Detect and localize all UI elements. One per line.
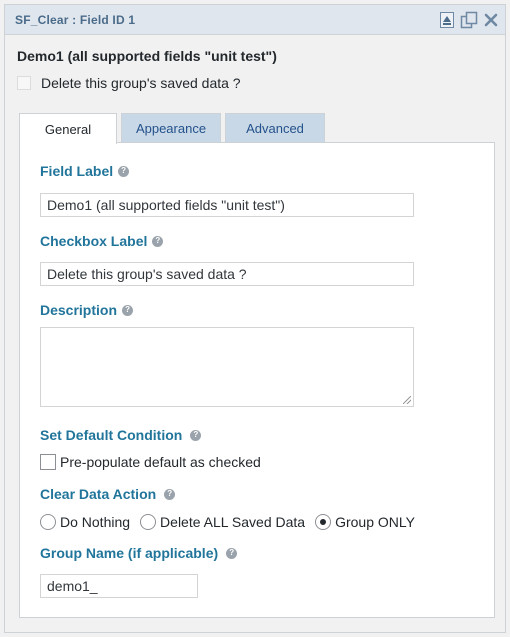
tab-general[interactable]: General — [19, 113, 117, 144]
general-tab-content: Field Label ? Demo1 (all supported field… — [19, 142, 495, 618]
help-icon[interactable]: ? — [226, 547, 238, 559]
group-delete-label: Delete this group's saved data ? — [41, 75, 241, 91]
clear-action-title: Clear Data Action — [40, 486, 157, 502]
group-title: Demo1 (all supported fields "unit test") — [17, 48, 277, 64]
tab-appearance[interactable]: Appearance — [121, 113, 221, 143]
description-title: Description — [40, 302, 118, 318]
field-label-input[interactable]: Demo1 (all supported fields "unit test") — [40, 193, 414, 217]
field-label-heading: Field Label ? — [40, 163, 130, 179]
move-up-icon[interactable] — [438, 11, 456, 29]
panel-title: SF_Clear : Field ID 1 — [15, 13, 136, 27]
group-delete-row: Delete this group's saved data ? — [17, 75, 241, 91]
checkbox-label-heading: Checkbox Label ? — [40, 233, 164, 249]
field-settings-panel: SF_Clear : Field ID 1 Demo1 (all support… — [4, 4, 506, 633]
prepopulate-checkbox[interactable] — [40, 454, 56, 470]
clear-action-options: Do Nothing Delete ALL Saved Data Group O… — [40, 514, 425, 530]
panel-titlebar: SF_Clear : Field ID 1 — [5, 5, 505, 35]
resize-grip-icon[interactable] — [403, 396, 411, 404]
checkbox-label-input[interactable]: Delete this group's saved data ? — [40, 262, 414, 286]
help-icon[interactable]: ? — [118, 165, 130, 177]
radio-group-only[interactable] — [315, 514, 332, 530]
group-name-title: Group Name (if applicable) — [40, 545, 219, 561]
prepopulate-row: Pre-populate default as checked — [40, 454, 261, 470]
radio-do-nothing[interactable] — [40, 514, 56, 530]
prepopulate-label: Pre-populate default as checked — [60, 454, 261, 470]
help-icon[interactable]: ? — [190, 429, 202, 441]
checkbox-label-title: Checkbox Label — [40, 233, 148, 249]
radio-delete-all-label: Delete ALL Saved Data — [160, 514, 306, 530]
description-textarea[interactable] — [40, 327, 414, 407]
radio-group-only-label: Group ONLY — [335, 514, 415, 530]
description-heading: Description ? — [40, 302, 134, 318]
clear-action-heading: Clear Data Action ? — [40, 486, 176, 502]
radio-do-nothing-label: Do Nothing — [60, 514, 131, 530]
tab-advanced[interactable]: Advanced — [225, 113, 325, 143]
default-condition-heading: Set Default Condition ? — [40, 427, 202, 443]
close-icon[interactable] — [482, 11, 500, 29]
group-name-input[interactable]: demo1_ — [40, 574, 198, 598]
group-delete-checkbox[interactable] — [17, 76, 31, 90]
help-icon[interactable]: ? — [122, 304, 134, 316]
group-name-heading: Group Name (if applicable) ? — [40, 545, 238, 561]
help-icon[interactable]: ? — [164, 488, 176, 500]
help-icon[interactable]: ? — [152, 235, 164, 247]
default-condition-title: Set Default Condition — [40, 427, 183, 443]
radio-delete-all[interactable] — [140, 514, 157, 530]
duplicate-icon[interactable] — [460, 11, 478, 29]
field-label-title: Field Label — [40, 163, 114, 179]
